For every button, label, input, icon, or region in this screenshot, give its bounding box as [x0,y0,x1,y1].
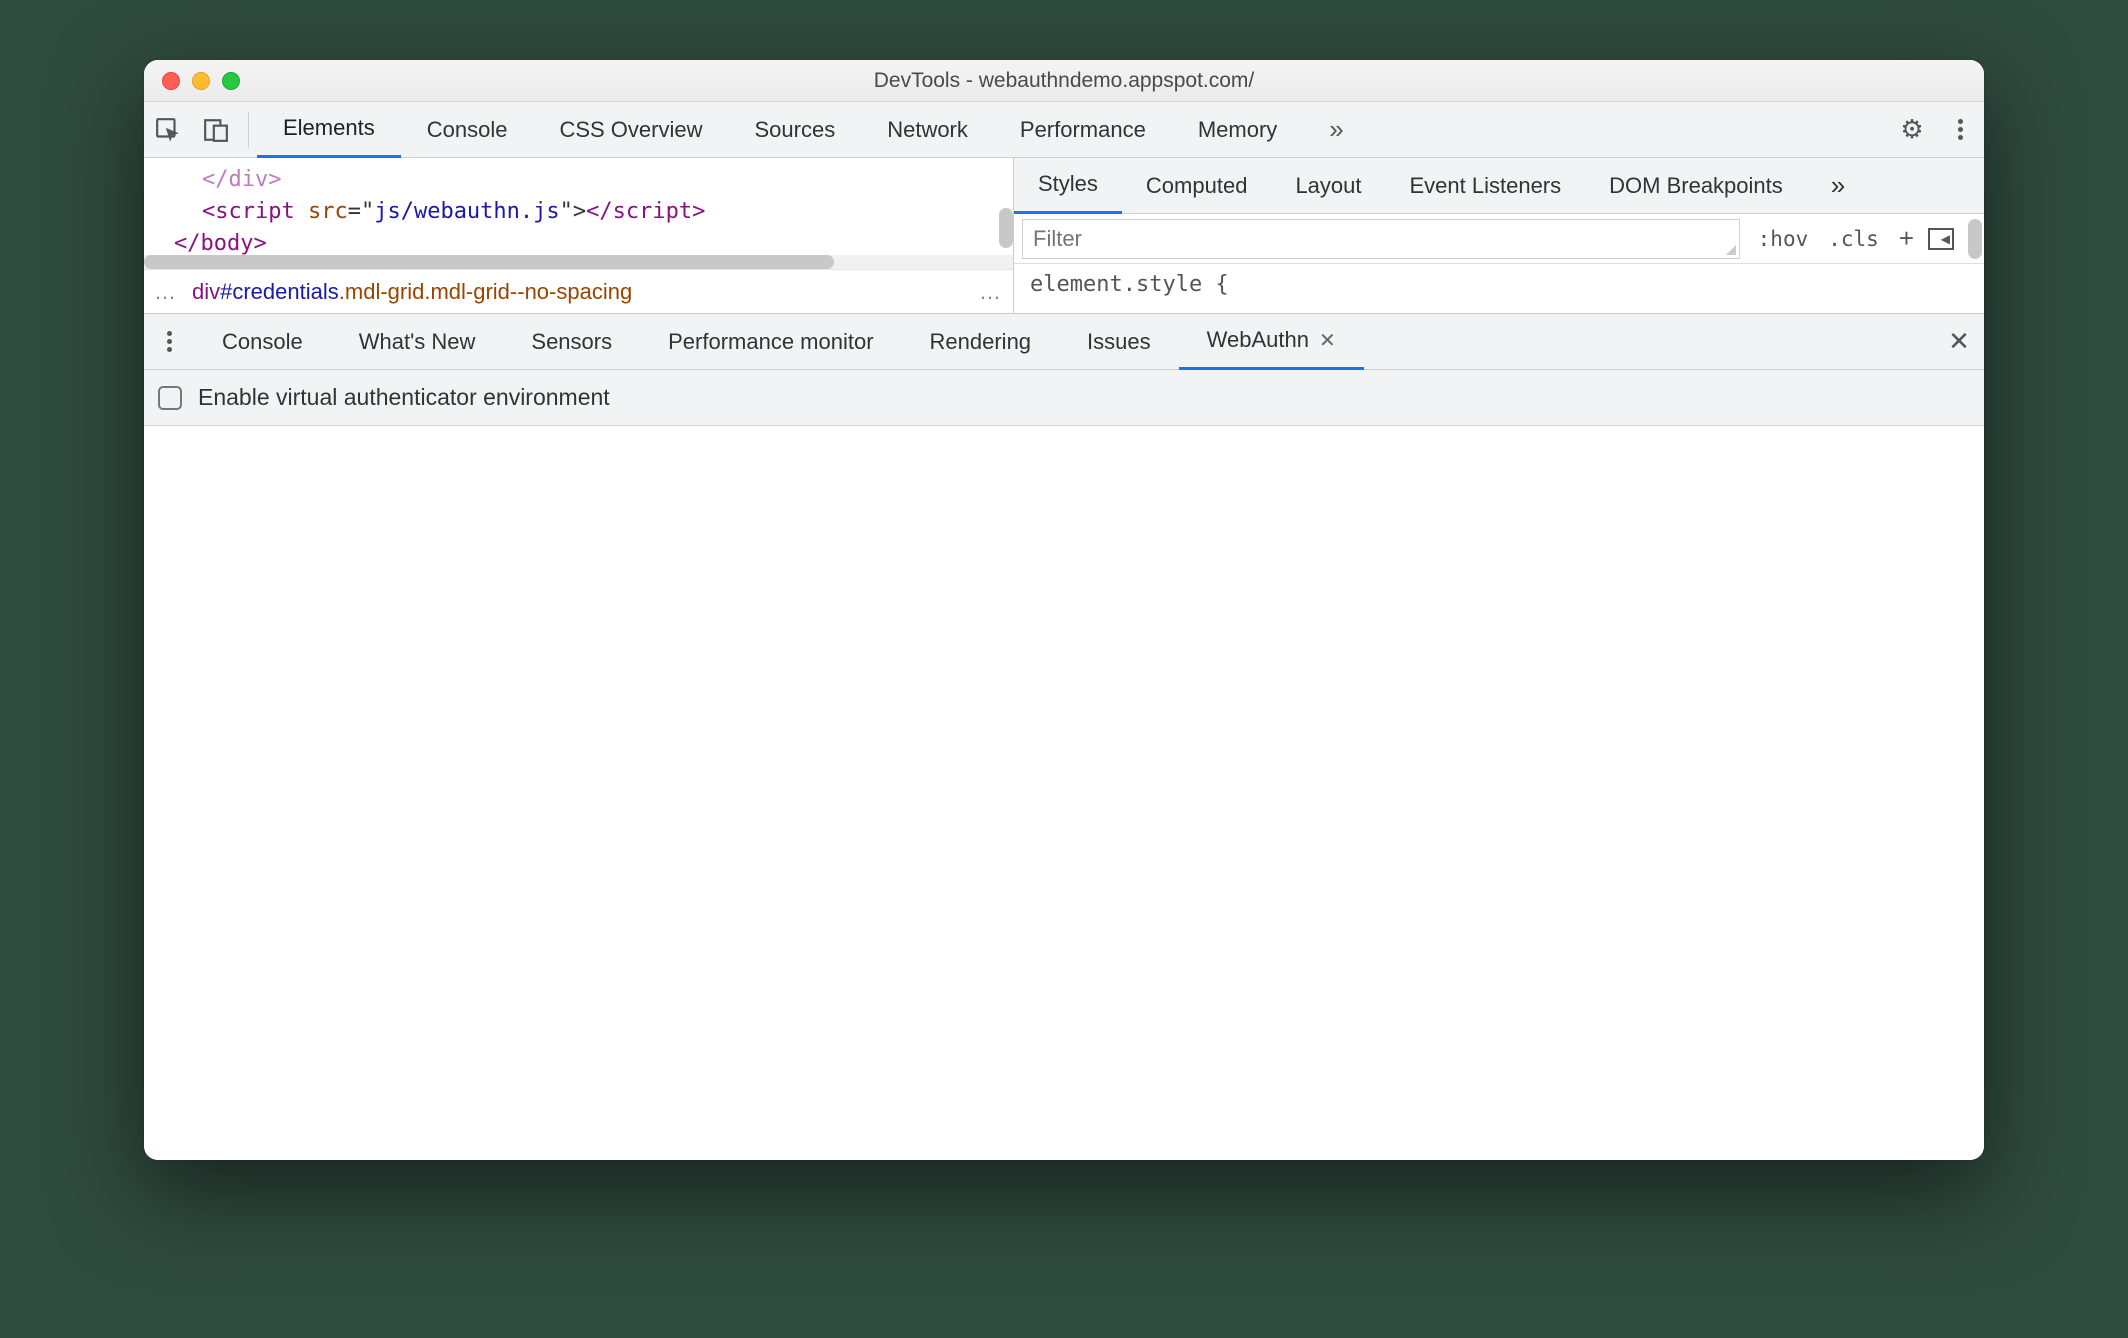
styles-tab-styles[interactable]: Styles [1014,158,1122,214]
breadcrumb-overflow-left[interactable]: … [154,279,178,305]
styles-tab-event-listeners[interactable]: Event Listeners [1386,158,1586,214]
code-text: js/webauthn.js [374,199,559,224]
drawer-tab-rendering[interactable]: Rendering [902,314,1060,370]
main-toolbar: Elements Console CSS Overview Sources Ne… [144,102,1984,158]
drawer-tab-performance-monitor[interactable]: Performance monitor [640,314,901,370]
tab-console[interactable]: Console [401,102,534,158]
styles-pane: Styles Computed Layout Event Listeners D… [1014,158,1984,313]
resize-corner-icon [1726,245,1736,255]
close-drawer-icon[interactable]: ✕ [1934,326,1984,357]
computed-styles-sidebar-icon[interactable] [1928,228,1954,250]
breadcrumb-id: #credentials [220,279,339,304]
code-text: </body> [174,231,267,255]
drawer-tab-webauthn-label: WebAuthn [1207,327,1309,353]
close-tab-icon[interactable]: ✕ [1319,328,1336,353]
toolbar-separator [248,112,249,148]
inspect-icon[interactable] [153,115,183,145]
styles-vertical-scrollbar[interactable] [1968,219,1982,259]
dom-tree-pane: </div> <script src="js/webauthn.js"></sc… [144,158,1014,313]
styles-tabbar: Styles Computed Layout Event Listeners D… [1014,158,1984,214]
elements-panel: </div> <script src="js/webauthn.js"></sc… [144,158,1984,314]
tab-performance[interactable]: Performance [994,102,1172,158]
hov-button[interactable]: :hov [1748,227,1819,251]
tab-memory[interactable]: Memory [1172,102,1303,158]
breadcrumb-tag: div [192,279,220,304]
styles-tab-computed[interactable]: Computed [1122,158,1272,214]
code-text: </div> [202,167,281,192]
breadcrumb-overflow-right[interactable]: … [979,279,1003,305]
dom-tree[interactable]: </div> <script src="js/webauthn.js"></sc… [144,158,1013,255]
code-text: <script [202,199,308,224]
tab-elements[interactable]: Elements [257,102,401,158]
drawer-menu-icon[interactable] [144,328,194,355]
drawer-tab-issues[interactable]: Issues [1059,314,1179,370]
tab-sources[interactable]: Sources [728,102,861,158]
styles-tabs-overflow-icon[interactable]: » [1807,158,1869,214]
enable-virtual-authenticator-checkbox[interactable] [158,386,182,410]
settings-icon[interactable]: ⚙ [1897,115,1927,145]
code-text: </script> [586,199,705,224]
titlebar: DevTools - webauthndemo.appspot.com/ [144,60,1984,102]
enable-virtual-authenticator-label: Enable virtual authenticator environment [198,384,610,411]
vertical-scrollbar[interactable] [999,208,1013,248]
drawer-tab-sensors[interactable]: Sensors [503,314,640,370]
drawer-tab-whats-new[interactable]: What's New [331,314,504,370]
styles-filter-row: :hov .cls + [1014,214,1984,264]
code-text: "> [560,199,587,224]
devtools-window: DevTools - webauthndemo.appspot.com/ Ele… [144,60,1984,1160]
drawer-tabbar: Console What's New Sensors Performance m… [144,314,1984,370]
breadcrumb-classes: .mdl-grid.mdl-grid--no-spacing [339,279,632,304]
cls-button[interactable]: .cls [1818,227,1889,251]
horizontal-scrollbar-track[interactable] [144,255,1013,269]
main-menu-icon[interactable] [1945,115,1975,145]
styles-tab-dom-breakpoints[interactable]: DOM Breakpoints [1585,158,1807,214]
styles-filter-input[interactable] [1022,219,1740,259]
tabs-overflow-icon[interactable]: » [1303,102,1369,158]
code-text: =" [348,199,375,224]
styles-tab-layout[interactable]: Layout [1271,158,1385,214]
tab-css-overview[interactable]: CSS Overview [533,102,728,158]
breadcrumb[interactable]: … div#credentials.mdl-grid.mdl-grid--no-… [144,269,1013,313]
window-title: DevTools - webauthndemo.appspot.com/ [144,69,1984,93]
webauthn-toolbar: Enable virtual authenticator environment [144,370,1984,426]
tab-network[interactable]: Network [861,102,994,158]
new-style-rule-button[interactable]: + [1889,223,1924,254]
code-text: src [308,199,348,224]
webauthn-content [144,426,1984,1160]
drawer-tab-console[interactable]: Console [194,314,331,370]
device-toolbar-icon[interactable] [201,115,231,145]
drawer-tab-webauthn[interactable]: WebAuthn ✕ [1179,314,1364,370]
element-style-rule[interactable]: element.style { [1014,264,1984,305]
horizontal-scrollbar-thumb[interactable] [144,255,834,269]
